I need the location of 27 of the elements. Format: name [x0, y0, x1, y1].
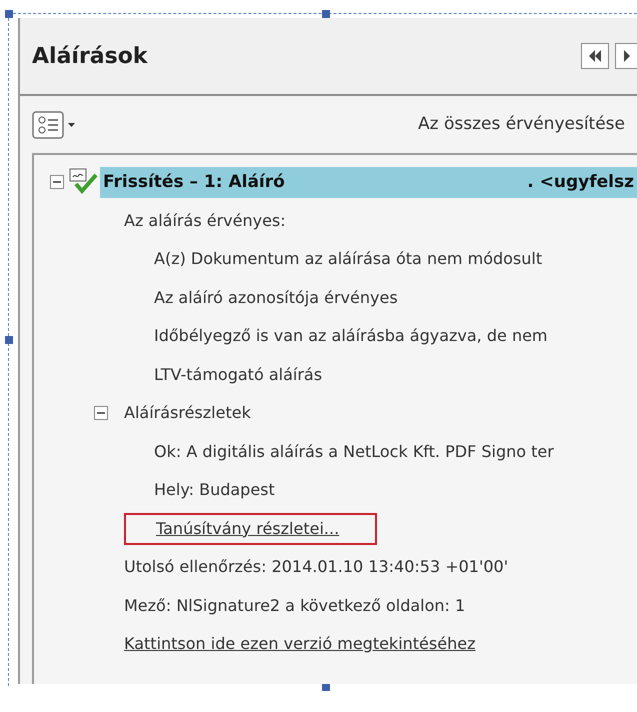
collapse-toggle-icon[interactable] — [94, 406, 108, 420]
selection-handle[interactable] — [322, 10, 330, 18]
tree-item: Mező: NlSignature2 a következő oldalon: 1 — [124, 594, 466, 617]
options-menu-button[interactable] — [32, 108, 78, 140]
validate-all-button[interactable]: Az összes érvényesítése — [418, 112, 625, 138]
tree-item: Ok: A digitális aláírás a NetLock Kft. PDF Signo ter — [154, 440, 554, 463]
list-options-icon — [32, 108, 78, 140]
collapse-panel-button[interactable] — [581, 43, 609, 69]
tree-item: Utolsó ellenőrzés: 2014.01.10 13:40:53 +01'00' — [124, 556, 508, 578]
link[interactable]: Tanúsítvány részletei... — [156, 518, 340, 538]
signature-row[interactable]: Frissítés – 1: Aláíró . <ugyfelsz — [100, 166, 637, 198]
tree-item: Időbélyegző is van az aláírásba ágyazva, de nem — [154, 325, 548, 348]
tree-item[interactable]: Aláírásrészletek — [124, 401, 251, 426]
play-button[interactable] — [615, 43, 637, 69]
selection-handle[interactable] — [5, 336, 13, 344]
collapse-toggle-icon[interactable] — [50, 175, 64, 190]
panel-title: Aláírások — [32, 42, 148, 70]
selection-handle[interactable] — [5, 10, 13, 18]
tree-item: Az aláíró azonosítója érvényes — [154, 286, 398, 309]
tree-item: Hely: Budapest — [154, 479, 275, 502]
link[interactable]: Kattintson ide ezen verzió megtekintéséhez — [124, 632, 476, 656]
signature-valid-icon — [68, 168, 98, 196]
right-arrow-icon — [622, 50, 630, 62]
double-left-arrow-icon — [588, 50, 602, 62]
tree-item[interactable]: Az aláírás érvényes: — [124, 208, 286, 233]
tree-item: A(z) Dokumentum az aláírása óta nem módosult — [154, 248, 542, 270]
tree-item: LTV-támogató aláírás — [154, 364, 322, 386]
